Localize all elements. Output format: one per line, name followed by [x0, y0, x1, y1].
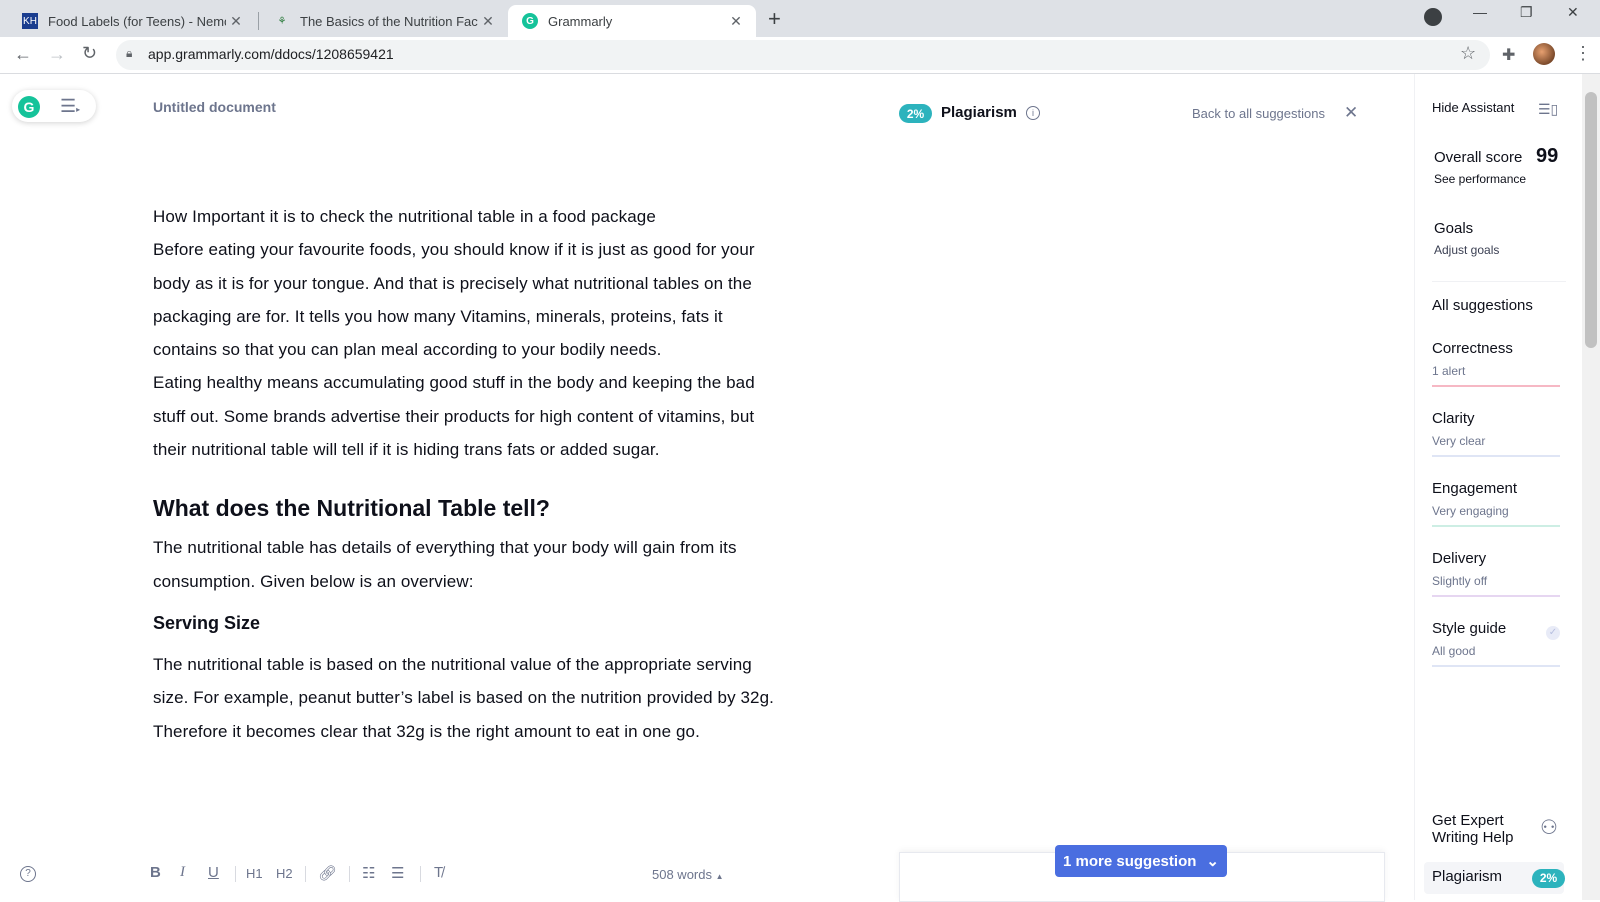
- checkmark-icon: ✓: [1546, 626, 1560, 640]
- grammarly-logo-icon[interactable]: G: [18, 96, 40, 118]
- browser-tab-grammarly[interactable]: G Grammarly ✕: [508, 5, 756, 37]
- paragraph[interactable]: Before eating your favourite foods, you …: [153, 233, 783, 366]
- correctness-bar: [1432, 385, 1560, 387]
- back-to-suggestions-link[interactable]: Back to all suggestions: [1192, 106, 1325, 121]
- style-guide-status: All good: [1432, 644, 1476, 658]
- expert-person-icon[interactable]: ⚇: [1540, 815, 1558, 840]
- numbered-list-icon[interactable]: ☷: [362, 864, 375, 882]
- tab-title: Grammarly: [548, 13, 613, 29]
- overall-score-label[interactable]: Overall score: [1434, 149, 1522, 166]
- url-text[interactable]: app.grammarly.com/ddocs/1208659421: [148, 46, 394, 62]
- back-arrow-icon[interactable]: ←: [14, 44, 32, 65]
- grammarly-icon: G: [522, 13, 538, 29]
- browser-tab-kidshealth[interactable]: KH Food Labels (for Teens) - Nemour ✕: [8, 5, 256, 37]
- toolbar-divider: [420, 866, 421, 882]
- clarity-status: Very clear: [1432, 434, 1486, 448]
- overall-score-value[interactable]: 99: [1536, 145, 1558, 168]
- sidebar-item-engagement[interactable]: Engagement: [1432, 480, 1517, 497]
- bullet-list-icon[interactable]: ☰: [391, 864, 404, 882]
- browser-menu-icon[interactable]: ⋮: [1574, 43, 1592, 64]
- document-title[interactable]: Untitled document: [153, 99, 276, 115]
- sidebar-divider: [1432, 281, 1566, 282]
- fda-icon: ⚘: [277, 15, 287, 27]
- engagement-bar: [1432, 525, 1560, 527]
- scrollbar-thumb[interactable]: [1585, 92, 1597, 348]
- toolbar-divider: [349, 866, 350, 882]
- paragraph[interactable]: How Important it is to check the nutriti…: [153, 200, 783, 233]
- hamburger-menu-icon[interactable]: ☰▸: [60, 96, 80, 117]
- bookmark-star-icon[interactable]: ☆: [1460, 43, 1476, 64]
- delivery-status: Slightly off: [1432, 574, 1488, 588]
- link-icon[interactable]: 🔗︎: [318, 864, 337, 882]
- tab-separator: [258, 12, 259, 30]
- tab-title: The Basics of the Nutrition Facts L: [300, 13, 478, 29]
- close-window-icon[interactable]: ✕: [1567, 4, 1579, 21]
- sidebar-item-delivery[interactable]: Delivery: [1432, 550, 1486, 567]
- delivery-bar: [1432, 595, 1560, 597]
- see-performance-link[interactable]: See performance: [1434, 172, 1526, 186]
- heading1-button[interactable]: H1: [246, 866, 263, 881]
- tab-title: Food Labels (for Teens) - Nemour: [48, 13, 226, 29]
- kidshealth-icon: KH: [22, 13, 38, 29]
- profile-avatar[interactable]: [1533, 43, 1555, 65]
- sidebar-item-style-guide[interactable]: Style guide: [1432, 620, 1506, 637]
- plagiarism-badge: 2%: [899, 104, 932, 123]
- goals-label[interactable]: Goals: [1434, 220, 1473, 237]
- editor-content[interactable]: How Important it is to check the nutriti…: [153, 200, 783, 848]
- plagiarism-heading: Plagiarism: [941, 104, 1017, 121]
- italic-button[interactable]: I: [180, 864, 185, 881]
- underline-button[interactable]: U: [208, 864, 219, 881]
- restore-icon[interactable]: ❐: [1520, 4, 1533, 21]
- info-icon[interactable]: i: [1026, 106, 1040, 120]
- plagiarism-item-label[interactable]: Plagiarism: [1432, 868, 1502, 885]
- reload-icon[interactable]: ↻: [82, 43, 97, 64]
- subsection-heading[interactable]: Serving Size: [153, 598, 783, 648]
- more-suggestion-label: 1 more suggestion: [1063, 852, 1197, 870]
- paragraph[interactable]: The nutritional table has details of eve…: [153, 531, 783, 598]
- engagement-status: Very engaging: [1432, 504, 1509, 518]
- plagiarism-item-badge: 2%: [1532, 869, 1565, 888]
- extensions-puzzle-icon[interactable]: ✚: [1502, 45, 1515, 65]
- paragraph[interactable]: Eating healthy means accumulating good s…: [153, 366, 783, 466]
- section-heading[interactable]: What does the Nutritional Table tell?: [153, 466, 783, 531]
- minimize-icon[interactable]: —: [1473, 4, 1487, 20]
- sidebar-item-correctness[interactable]: Correctness: [1432, 340, 1513, 357]
- sidebar-item-clarity[interactable]: Clarity: [1432, 410, 1475, 427]
- forward-arrow-icon[interactable]: →: [48, 44, 66, 65]
- hide-assistant-button[interactable]: Hide Assistant: [1432, 100, 1514, 115]
- word-count-text: 508 words: [652, 867, 712, 882]
- chevron-down-icon: ⌄: [1206, 853, 1219, 870]
- browser-tab-fda[interactable]: ⚘ The Basics of the Nutrition Facts L ✕: [260, 5, 508, 37]
- bold-button[interactable]: B: [150, 864, 161, 881]
- word-count[interactable]: 508 words ▲: [652, 867, 724, 882]
- toolbar-divider: [235, 866, 236, 882]
- style-guide-bar: [1432, 665, 1560, 667]
- help-icon[interactable]: ?: [20, 866, 36, 882]
- paragraph[interactable]: The nutritional table is based on the nu…: [153, 648, 783, 748]
- panel-toggle-icon[interactable]: ☰▯: [1538, 101, 1558, 118]
- caret-up-icon: ▲: [715, 872, 724, 881]
- close-tab-icon[interactable]: ✕: [478, 13, 498, 30]
- toolbar-divider: [305, 866, 306, 882]
- close-icon[interactable]: ✕: [1344, 103, 1358, 123]
- more-suggestion-button[interactable]: 1 more suggestion ⌄: [1055, 845, 1227, 877]
- new-tab-plus-icon[interactable]: +: [768, 6, 781, 32]
- tab-search-icon[interactable]: [1424, 8, 1442, 26]
- clear-formatting-icon[interactable]: T̸: [434, 864, 443, 881]
- close-tab-icon[interactable]: ✕: [226, 13, 246, 30]
- adjust-goals-link[interactable]: Adjust goals: [1434, 243, 1499, 257]
- close-tab-icon[interactable]: ✕: [726, 13, 746, 30]
- heading2-button[interactable]: H2: [276, 866, 293, 881]
- lock-icon[interactable]: 🔒︎: [126, 46, 132, 61]
- expert-help-link[interactable]: Get Expert Writing Help: [1432, 812, 1532, 846]
- clarity-bar: [1432, 455, 1560, 457]
- all-suggestions-item[interactable]: All suggestions: [1432, 297, 1533, 314]
- correctness-status: 1 alert: [1432, 364, 1466, 378]
